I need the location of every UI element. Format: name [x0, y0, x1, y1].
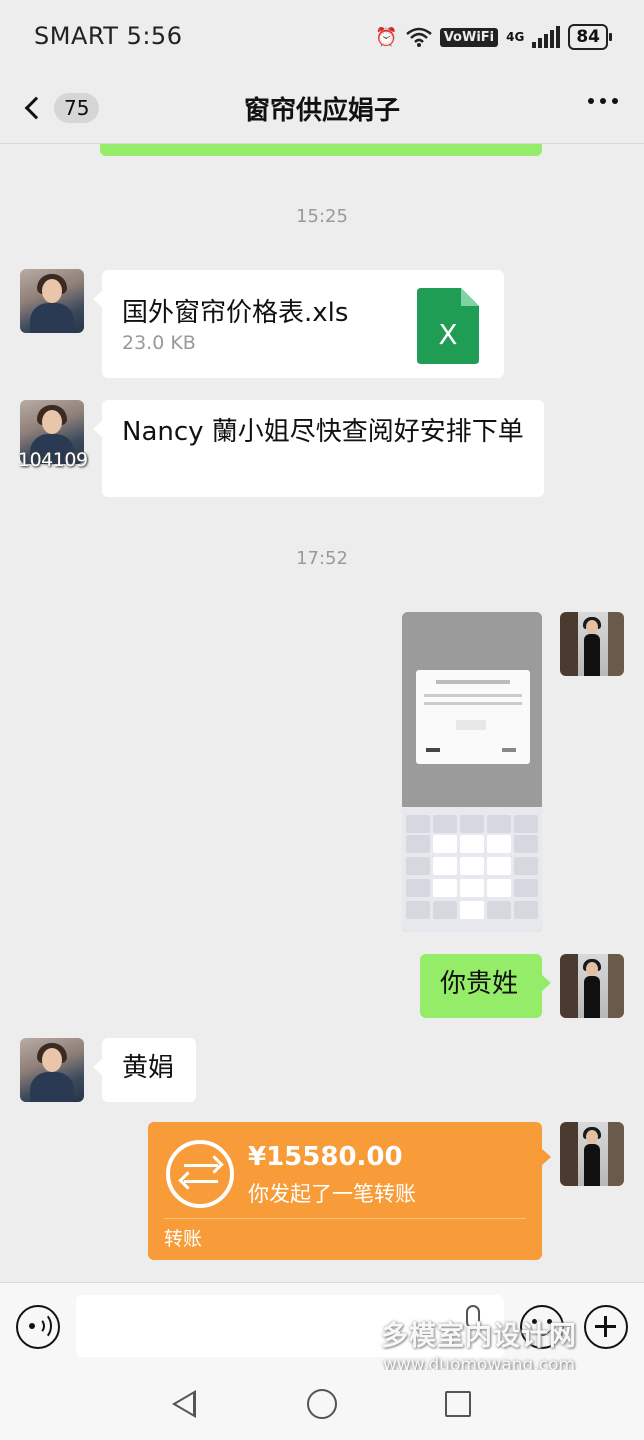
my-avatar[interactable]	[560, 954, 624, 1018]
more-options-icon[interactable]	[588, 98, 618, 104]
plus-icon[interactable]	[584, 1305, 628, 1349]
nav-recent-apps-icon[interactable]	[445, 1391, 471, 1417]
network-type: 4G	[506, 30, 525, 44]
chat-title: 窗帘供应娟子	[243, 96, 400, 126]
transfer-label: 转账	[164, 1228, 203, 1250]
status-time: SMART 5:56	[34, 22, 183, 50]
signal-icon	[532, 26, 561, 48]
vowifi-badge: VoWiFi	[439, 27, 499, 47]
system-nav-bar	[0, 1370, 644, 1440]
nav-back-icon[interactable]	[172, 1390, 196, 1418]
battery-indicator: 84	[568, 24, 612, 50]
excel-icon-letter: X	[438, 318, 457, 351]
watermark: 多模室内设计网 www.duomowang.com	[374, 1314, 584, 1375]
text-message-received[interactable]: 黄娟	[93, 1038, 196, 1102]
timestamp: 17:52	[296, 548, 348, 569]
transfer-amount: ¥15580.00	[248, 1142, 403, 1172]
file-size: 23.0 KB	[122, 332, 196, 354]
transfer-card[interactable]: ¥15580.00 你发起了一笔转账 转账	[148, 1122, 551, 1260]
text-message-sent[interactable]: 你贵姓	[420, 954, 551, 1018]
image-message-sent[interactable]	[402, 612, 542, 932]
status-bar: SMART 5:56 ⏰ VoWiFi 4G 84	[0, 0, 644, 76]
timestamp: 15:25	[296, 206, 348, 227]
status-icons: ⏰ VoWiFi 4G 84	[375, 22, 612, 52]
alarm-icon: ⏰	[375, 26, 398, 48]
wifi-icon	[405, 27, 432, 47]
my-avatar[interactable]	[560, 1122, 624, 1186]
text-message-received[interactable]: Nancy 蘭小姐尽快查阅好安排下单	[93, 400, 544, 497]
contact-avatar[interactable]	[20, 269, 84, 333]
file-message[interactable]: 国外窗帘价格表.xls 23.0 KB X	[93, 270, 504, 378]
excel-file-icon: X	[417, 288, 479, 364]
transfer-icon	[166, 1140, 234, 1208]
avatar-overlay-number: 104109	[18, 449, 88, 471]
nav-home-icon[interactable]	[307, 1389, 337, 1419]
contact-avatar[interactable]	[20, 1038, 84, 1102]
watermark-name: 多模室内设计网	[381, 1321, 577, 1352]
file-name: 国外窗帘价格表.xls	[122, 298, 349, 328]
chat-header: 75 窗帘供应娟子	[0, 76, 644, 144]
voice-input-icon[interactable]	[16, 1305, 60, 1349]
previous-message-bubble[interactable]	[100, 144, 542, 156]
transfer-description: 你发起了一笔转账	[248, 1182, 416, 1206]
my-avatar[interactable]	[560, 612, 624, 676]
